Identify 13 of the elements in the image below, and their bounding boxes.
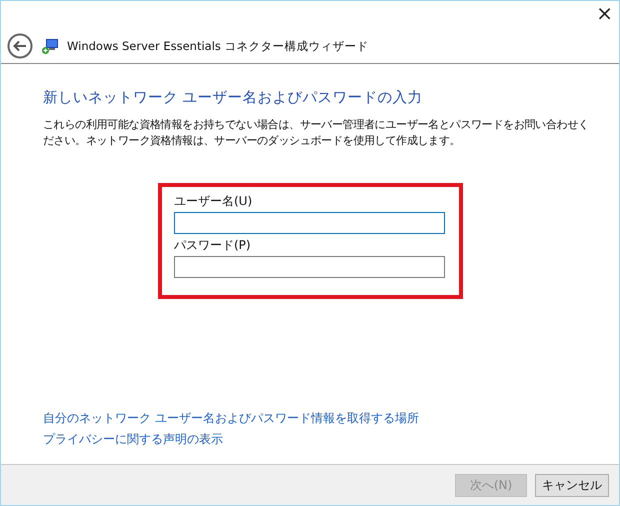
computer-icon [41,37,59,55]
field-label: パスワード(P) [174,237,252,254]
window-title: Windows Server Essentials コネクター構成ウィザード [67,38,369,54]
field-label: ユーザー名(U) [174,193,254,210]
close-button[interactable]: × [590,1,619,25]
link[interactable]: プライバシーに関する声明の表示 [43,431,223,448]
cancel-button[interactable]: キャンセル [535,474,609,496]
back-button[interactable] [7,33,33,59]
input-field[interactable] [174,256,445,278]
description-text: これらの利用可能な資格情報をお持ちでない場合は、サーバー管理者にユーザー名とパスワードをお問い合わせください。ネットワーク資格情報は、サーバーのダッシュボードを使用して作成します。 [43,117,590,149]
link[interactable]: 自分のネットワーク ユーザー名およびパスワード情報を取得する場所 [43,410,419,427]
input-field[interactable] [174,212,445,234]
page-heading: 新しいネットワーク ユーザー名およびパスワードの入力 [43,88,424,107]
